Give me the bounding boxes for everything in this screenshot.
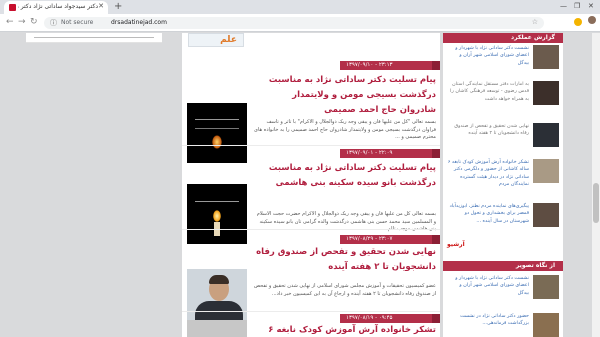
post-date-bar: ۱۳۹۷/۰۸/۲۹ - ۲۳:۰۷ — [340, 235, 440, 244]
post-thumbnail[interactable] — [187, 320, 247, 337]
reload-icon[interactable]: ↻ — [30, 17, 38, 27]
banner-ad[interactable]: علم — [188, 33, 244, 47]
gallery-title[interactable]: نشست دکتر ساداتی نژاد با شهردار و اعضای … — [447, 275, 529, 297]
back-icon[interactable]: ← — [6, 17, 14, 27]
report-title[interactable]: تشکر خانواده آرش آموزش کودک نابغه ۶ ساله… — [447, 159, 529, 189]
news-item[interactable]: ۱۳۹۷/۰۹/۱۰ - ۲۳:۱۳ پیام تسلیت دکتر سادات… — [182, 61, 440, 163]
report-thumbnail[interactable] — [533, 159, 559, 183]
news-item[interactable]: ۱۳۹۷/۰۹/۰۱ - ۲۲:۰۹ پیام تسلیت دکتر سادات… — [182, 149, 440, 249]
sidebar: گزارش عملکرد نشست دکتر ساداتی نژاد با شه… — [443, 33, 563, 337]
post-title[interactable]: تشکر خانواده آرش آموزش کودک نابغه ۶ ساله… — [254, 323, 436, 337]
report-title[interactable]: به امارات دفتر مستقل نمایندگی استان قدس … — [447, 81, 529, 103]
not-secure-label: Not secure — [61, 19, 94, 26]
post-date-bar: ۱۳۹۷/۰۸/۱۹ - ۰۹:۴۵ — [340, 314, 440, 323]
post-date: ۱۳۹۷/۰۸/۲۹ - ۲۳:۰۷ — [346, 236, 393, 242]
tab-title: دکتر سیدجواد ساداتی نژاد دکتر م... — [18, 3, 98, 10]
gallery-title[interactable]: حضور دکتر ساداتی نژاد در نشست بزرگداشت ف… — [447, 313, 529, 328]
minimize-icon[interactable]: — — [560, 2, 567, 10]
post-excerpt: بسمه تعالی "کل من علیها فان و یبقی وجه ر… — [254, 119, 436, 140]
avatar[interactable] — [588, 16, 596, 24]
url-text[interactable]: drsadatinejad.com — [111, 19, 167, 26]
archive-link[interactable]: آرشیو — [447, 241, 465, 248]
report-thumbnail[interactable] — [533, 123, 559, 147]
divider — [182, 145, 440, 146]
page-viewport: علم ۱۳۹۷/۰۹/۱۰ - ۲۳:۱۳ پیام تسلیت دکتر س… — [0, 33, 600, 337]
post-excerpt: عضو کمیسیون تحقیقات و آموزش مجلس شورای ا… — [254, 283, 436, 297]
gallery-thumbnail[interactable] — [533, 313, 559, 337]
news-item[interactable]: ۱۳۹۷/۰۸/۲۹ - ۲۳:۰۷ نهایی شدن تحقیق و تفح… — [182, 235, 440, 329]
chrome-extension-icon[interactable] — [574, 18, 582, 26]
new-tab-button[interactable]: + — [114, 1, 122, 12]
address-bar: ← → ↻ ⓘ Not secure drsadatinejad.com ☆ — [0, 14, 600, 32]
bookmark-star-icon[interactable]: ☆ — [532, 18, 538, 26]
forward-icon[interactable]: → — [18, 17, 26, 27]
post-date-bar: ۱۳۹۷/۰۹/۰۱ - ۲۲:۰۹ — [340, 149, 440, 158]
tab-bar: دکتر سیدجواد ساداتی نژاد دکتر م... ✕ + —… — [0, 0, 600, 14]
report-thumbnail[interactable] — [533, 203, 559, 227]
gallery-thumbnail[interactable] — [533, 275, 559, 299]
report-thumbnail[interactable] — [533, 45, 559, 69]
info-icon[interactable]: ⓘ — [50, 18, 57, 28]
news-item[interactable]: ۱۳۹۷/۰۸/۱۹ - ۰۹:۴۵ تشکر خانواده آرش آموز… — [182, 314, 440, 337]
site-favicon-icon — [9, 4, 16, 11]
post-date: ۱۳۹۷/۰۸/۱۹ - ۰۹:۴۵ — [346, 315, 393, 321]
reports-header: گزارش عملکرد — [443, 33, 563, 43]
left-empty-box — [26, 33, 162, 43]
post-title[interactable]: نهایی شدن تحقیق و تفحص از صندوق رفاه دان… — [254, 245, 436, 275]
report-title[interactable]: نهایی شدن تحقیق و تفحص از صندوق رفاه دان… — [447, 123, 529, 138]
scrollbar-thumb[interactable] — [593, 183, 599, 223]
report-title[interactable]: پیگیری‌های نماینده مردم نطنز، ابوزیدآباد… — [447, 203, 529, 225]
maximize-icon[interactable]: ❐ — [574, 2, 580, 10]
browser-tab[interactable]: دکتر سیدجواد ساداتی نژاد دکتر م... ✕ — [4, 1, 108, 14]
post-excerpt: بسمه تعالی کل من علیها فان و یبقی وجه رب… — [256, 211, 436, 232]
url-field[interactable]: ⓘ Not secure drsadatinejad.com ☆ — [44, 17, 544, 29]
close-window-icon[interactable]: ✕ — [588, 2, 594, 10]
scrollbar[interactable] — [592, 33, 600, 337]
post-title[interactable]: پیام تسلیت دکتر ساداتی نژاد به مناسبت در… — [254, 73, 436, 118]
post-date: ۱۳۹۷/۰۹/۱۰ - ۲۳:۱۳ — [346, 62, 393, 68]
close-tab-icon[interactable]: ✕ — [98, 2, 104, 10]
divider — [182, 311, 440, 312]
news-list: علم ۱۳۹۷/۰۹/۱۰ - ۲۳:۱۳ پیام تسلیت دکتر س… — [182, 33, 440, 337]
gallery-header: از نگاه تصویر — [443, 261, 563, 271]
post-date: ۱۳۹۷/۰۹/۰۱ - ۲۲:۰۹ — [346, 150, 393, 156]
report-title[interactable]: نشست دکتر ساداتی نژاد با شهردار و اعضای … — [447, 45, 529, 67]
post-title[interactable]: پیام تسلیت دکتر ساداتی نژاد به مناسبت در… — [254, 161, 436, 191]
post-date-bar: ۱۳۹۷/۰۹/۱۰ - ۲۳:۱۳ — [340, 61, 440, 70]
divider — [182, 229, 440, 230]
report-thumbnail[interactable] — [533, 81, 559, 105]
